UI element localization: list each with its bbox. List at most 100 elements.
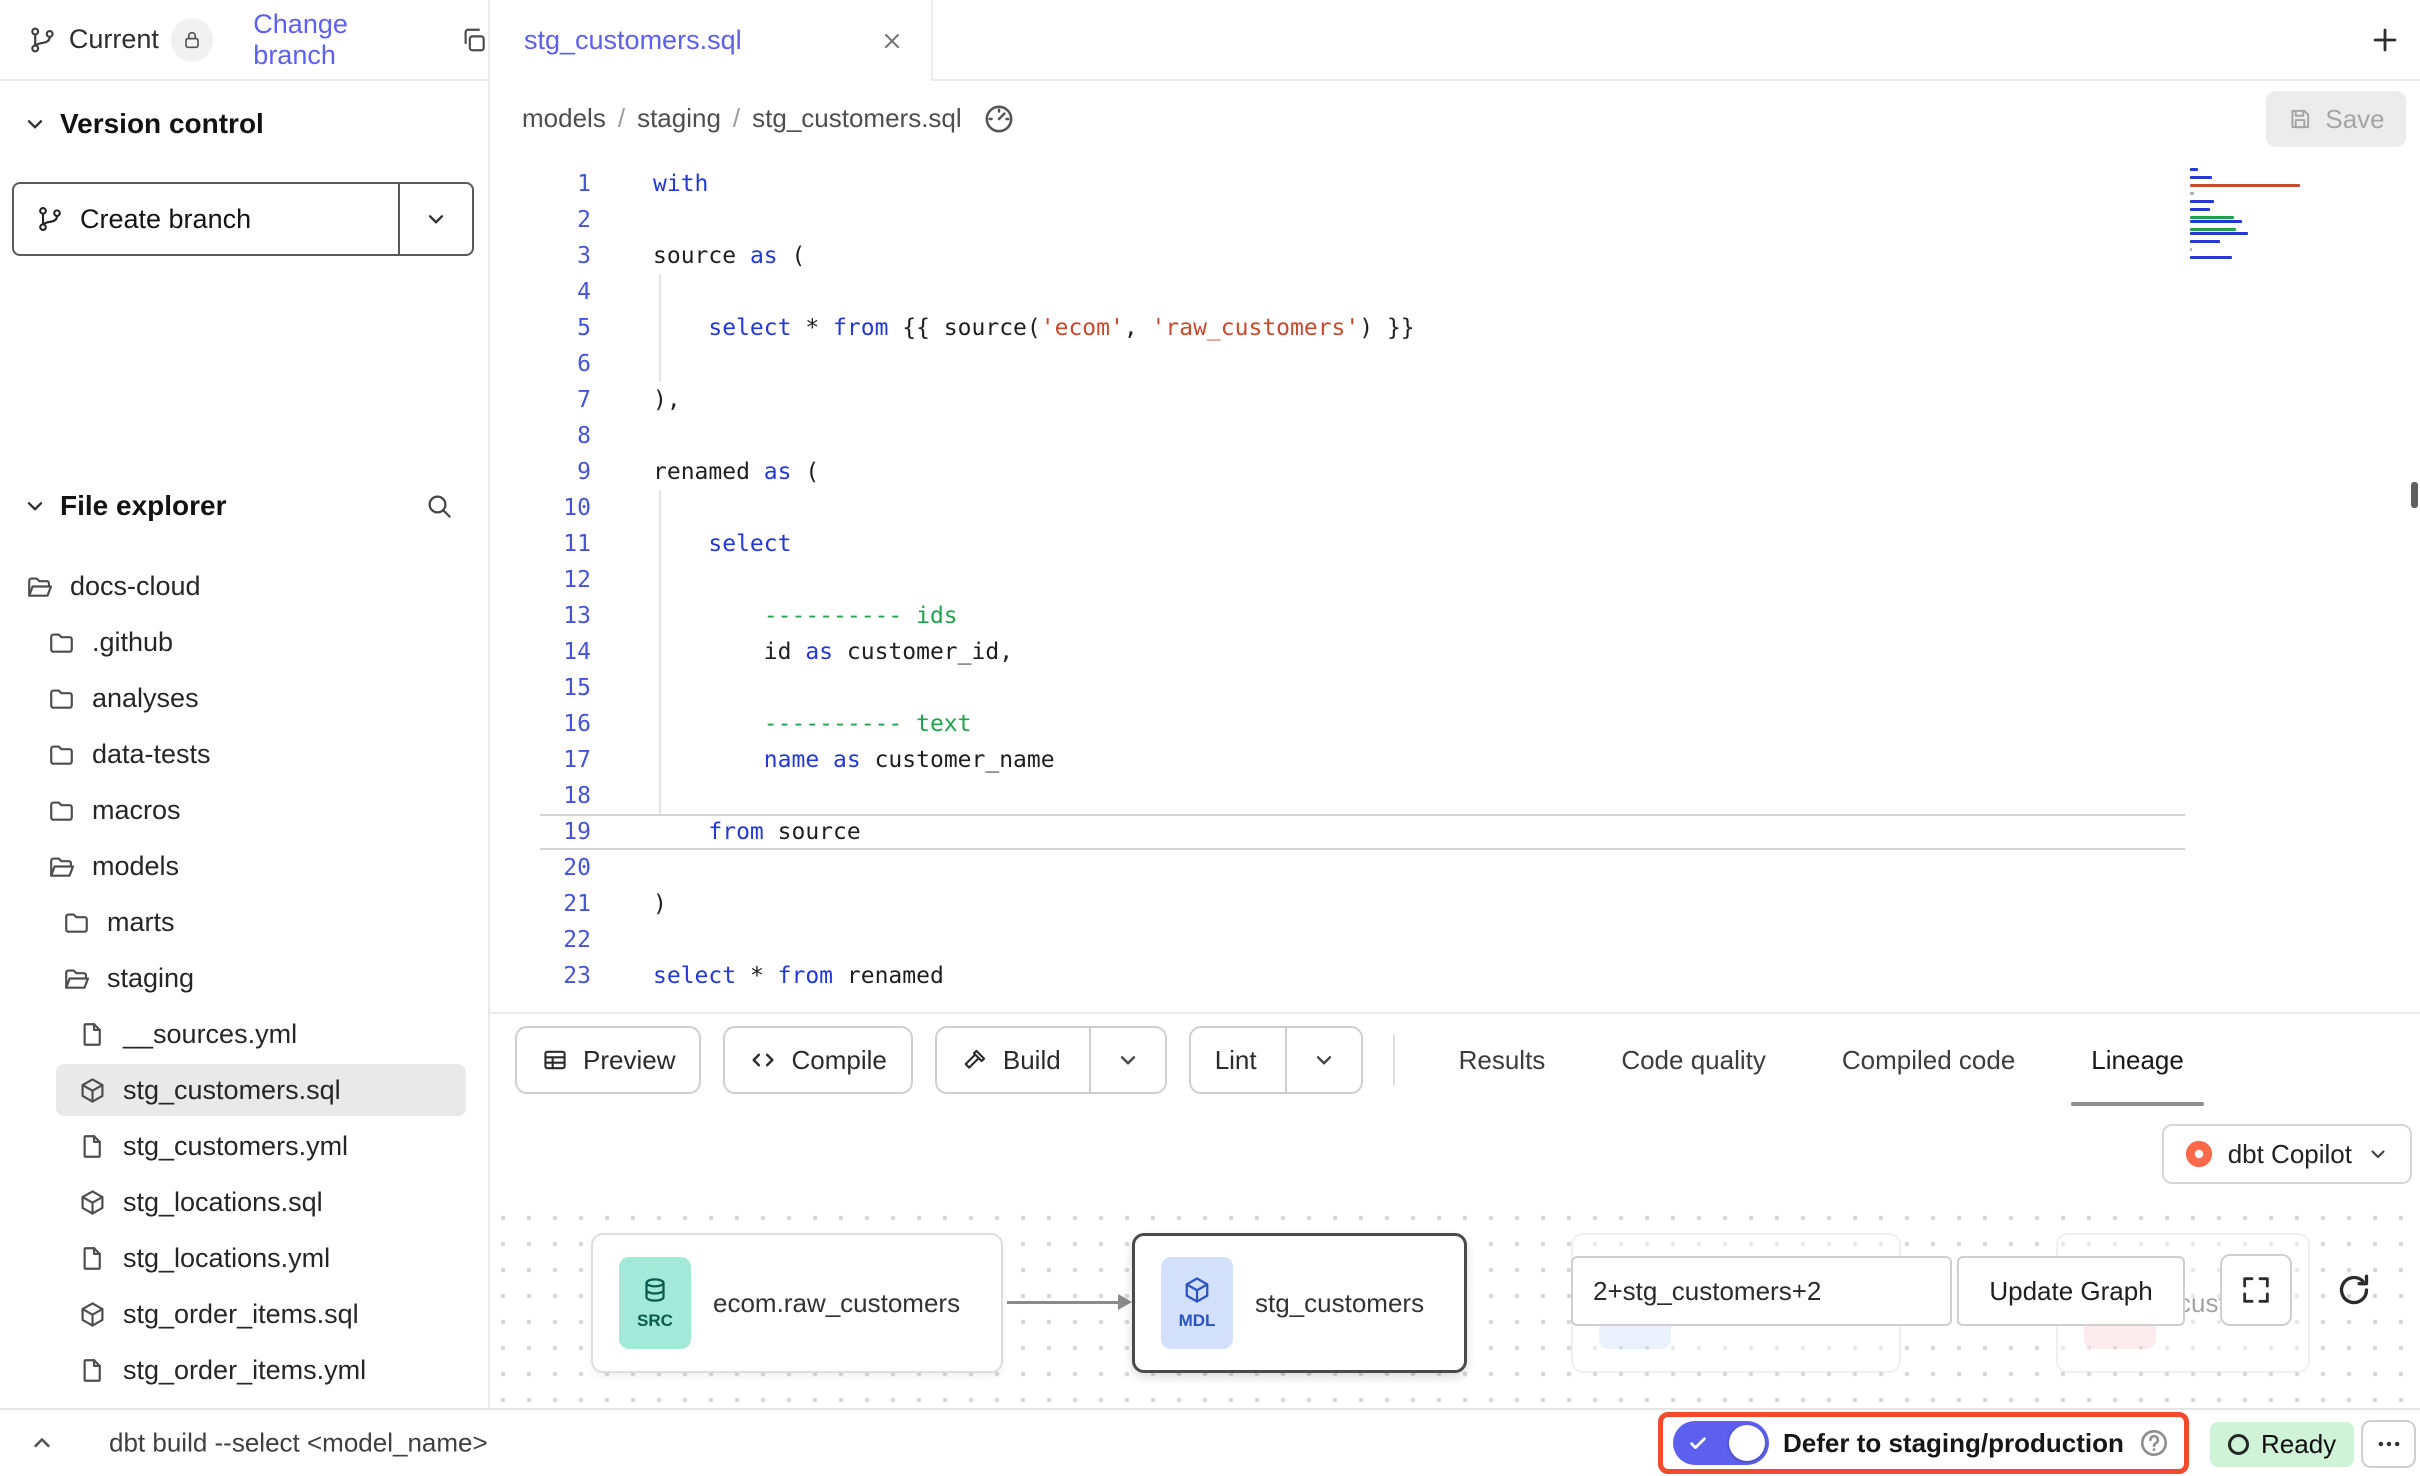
file-item-staging[interactable]: staging — [0, 950, 482, 1006]
copy-icon[interactable] — [459, 25, 488, 55]
more-options-button[interactable] — [2361, 1420, 2416, 1468]
file-item-analyses[interactable]: analyses — [0, 670, 482, 726]
refresh-button[interactable] — [2318, 1254, 2390, 1326]
version-control-section-header[interactable]: Version control — [0, 96, 488, 152]
file-item-data-tests[interactable]: data-tests — [0, 726, 482, 782]
code-line[interactable]: 9renamed as ( — [490, 454, 2420, 490]
breadcrumb-separator: / — [618, 103, 625, 134]
change-branch-link[interactable]: Change branch — [253, 9, 431, 71]
file-item-models[interactable]: models — [0, 838, 482, 894]
code-line[interactable]: 17 name as customer_name — [490, 742, 2420, 778]
file-item-stg-customers-sql[interactable]: stg_customers.sql — [0, 1062, 482, 1118]
preview-button[interactable]: Preview — [515, 1026, 701, 1094]
lineage-node-stg-customers[interactable]: MDLstg_customers — [1132, 1233, 1467, 1373]
file-item-macros[interactable]: macros — [0, 782, 482, 838]
code-line[interactable]: 20 — [490, 850, 2420, 886]
file-item-label: marts — [107, 907, 175, 938]
line-number: 10 — [490, 495, 591, 521]
save-button[interactable]: Save — [2266, 91, 2406, 147]
new-tab-icon[interactable] — [2368, 23, 2402, 57]
code-line[interactable]: 23select * from renamed — [490, 958, 2420, 994]
save-label: Save — [2325, 104, 2384, 135]
update-graph-button[interactable]: Update Graph — [1957, 1256, 2185, 1326]
tab-results[interactable]: Results — [1453, 1014, 1552, 1106]
lineage-node-ecom-raw-customers[interactable]: SRCecom.raw_customers — [591, 1233, 1003, 1373]
lineage-canvas[interactable]: SRCecom.raw_customers MDLstg_customersMDL… — [490, 1205, 2420, 1408]
lock-icon — [181, 29, 203, 51]
create-branch-dropdown[interactable] — [400, 184, 472, 254]
compile-label: Compile — [791, 1045, 886, 1076]
lint-button[interactable]: Lint — [1189, 1026, 1363, 1094]
code-editor[interactable]: 1with23source as (45 select * from {{ so… — [490, 156, 2420, 1012]
file-item-docs-cloud[interactable]: docs-cloud — [0, 558, 482, 614]
tab-compiled-code[interactable]: Compiled code — [1836, 1014, 2021, 1106]
file-item-stg-order-items-yml[interactable]: stg_order_items.yml — [0, 1342, 482, 1398]
line-number: 5 — [490, 315, 591, 341]
code-line[interactable]: 2 — [490, 202, 2420, 238]
code-line[interactable]: 3source as ( — [490, 238, 2420, 274]
status-ready-badge[interactable]: Ready — [2210, 1422, 2354, 1467]
code-line[interactable]: 15 — [490, 670, 2420, 706]
lint-dropdown[interactable] — [1311, 1047, 1337, 1073]
file-item-stg-locations-sql[interactable]: stg_locations.sql — [0, 1174, 482, 1230]
gauge-icon[interactable] — [982, 102, 1016, 136]
search-icon[interactable] — [424, 491, 454, 521]
fullscreen-icon — [2239, 1273, 2273, 1307]
folder-icon — [47, 796, 76, 825]
file-item-stg-customers-yml[interactable]: stg_customers.yml — [0, 1118, 482, 1174]
scrollbar-thumb[interactable] — [2411, 482, 2418, 508]
code-line[interactable]: 21) — [490, 886, 2420, 922]
expand-panel-icon[interactable] — [28, 1429, 56, 1457]
code-line[interactable]: 16 ---------- text — [490, 706, 2420, 742]
code-line[interactable]: 4 — [490, 274, 2420, 310]
command-hint: dbt build --select <model_name> — [109, 1428, 488, 1459]
code-line[interactable]: 7), — [490, 382, 2420, 418]
tab-lineage[interactable]: Lineage — [2085, 1014, 2190, 1106]
code-line[interactable]: 10 — [490, 490, 2420, 526]
line-number: 11 — [490, 531, 591, 557]
file-item-stg-locations-yml[interactable]: stg_locations.yml — [0, 1230, 482, 1286]
code-line[interactable]: 1with — [490, 166, 2420, 202]
check-icon — [1687, 1432, 1709, 1454]
code-line[interactable]: 5 select * from {{ source('ecom', 'raw_c… — [490, 310, 2420, 346]
build-dropdown[interactable] — [1115, 1047, 1141, 1073]
code-line[interactable]: 11 select — [490, 526, 2420, 562]
code-line[interactable]: 18 — [490, 778, 2420, 814]
code-line[interactable]: 6 — [490, 346, 2420, 382]
git-branch-icon — [36, 205, 64, 233]
file-item-sources-yml[interactable]: __sources.yml — [0, 1006, 482, 1062]
node-type-badge: MDL — [1161, 1257, 1233, 1349]
file-item-stg-order-items-sql[interactable]: stg_order_items.sql — [0, 1286, 482, 1342]
minimap[interactable] — [2190, 168, 2310, 260]
chevron-down-icon — [22, 493, 48, 519]
file-explorer-section-header[interactable]: File explorer — [0, 478, 488, 534]
code-line[interactable]: 12 — [490, 562, 2420, 598]
tab-code-quality[interactable]: Code quality — [1615, 1014, 1772, 1106]
file-item-marts[interactable]: marts — [0, 894, 482, 950]
cube-icon — [78, 1300, 107, 1329]
tab-stg-customers-sql[interactable]: stg_customers.sql — [490, 0, 933, 81]
dbt-copilot-button[interactable]: dbt Copilot — [2162, 1124, 2412, 1184]
line-number: 3 — [490, 243, 591, 269]
code-line[interactable]: 14 id as customer_id, — [490, 634, 2420, 670]
line-number: 23 — [490, 963, 591, 989]
defer-toggle[interactable] — [1673, 1421, 1769, 1465]
file-item-label: stg_customers.sql — [123, 1075, 341, 1106]
build-label: Build — [1003, 1045, 1061, 1076]
code-line[interactable]: 13 ---------- ids — [490, 598, 2420, 634]
code-line[interactable]: 8 — [490, 418, 2420, 454]
help-icon[interactable] — [2138, 1427, 2170, 1459]
code-line[interactable]: 22 — [490, 922, 2420, 958]
file-item-github[interactable]: .github — [0, 614, 482, 670]
close-tab-icon[interactable] — [879, 28, 905, 54]
create-branch-button[interactable]: Create branch — [12, 182, 474, 256]
folder-open-icon — [25, 572, 54, 601]
lineage-search-input[interactable] — [1571, 1256, 1952, 1326]
build-button[interactable]: Build — [935, 1026, 1167, 1094]
folder-icon — [47, 740, 76, 769]
fullscreen-button[interactable] — [2220, 1254, 2292, 1326]
file-item-label: macros — [92, 795, 181, 826]
preview-label: Preview — [583, 1045, 675, 1076]
status-ring-icon — [2228, 1434, 2249, 1455]
compile-button[interactable]: Compile — [723, 1026, 912, 1094]
